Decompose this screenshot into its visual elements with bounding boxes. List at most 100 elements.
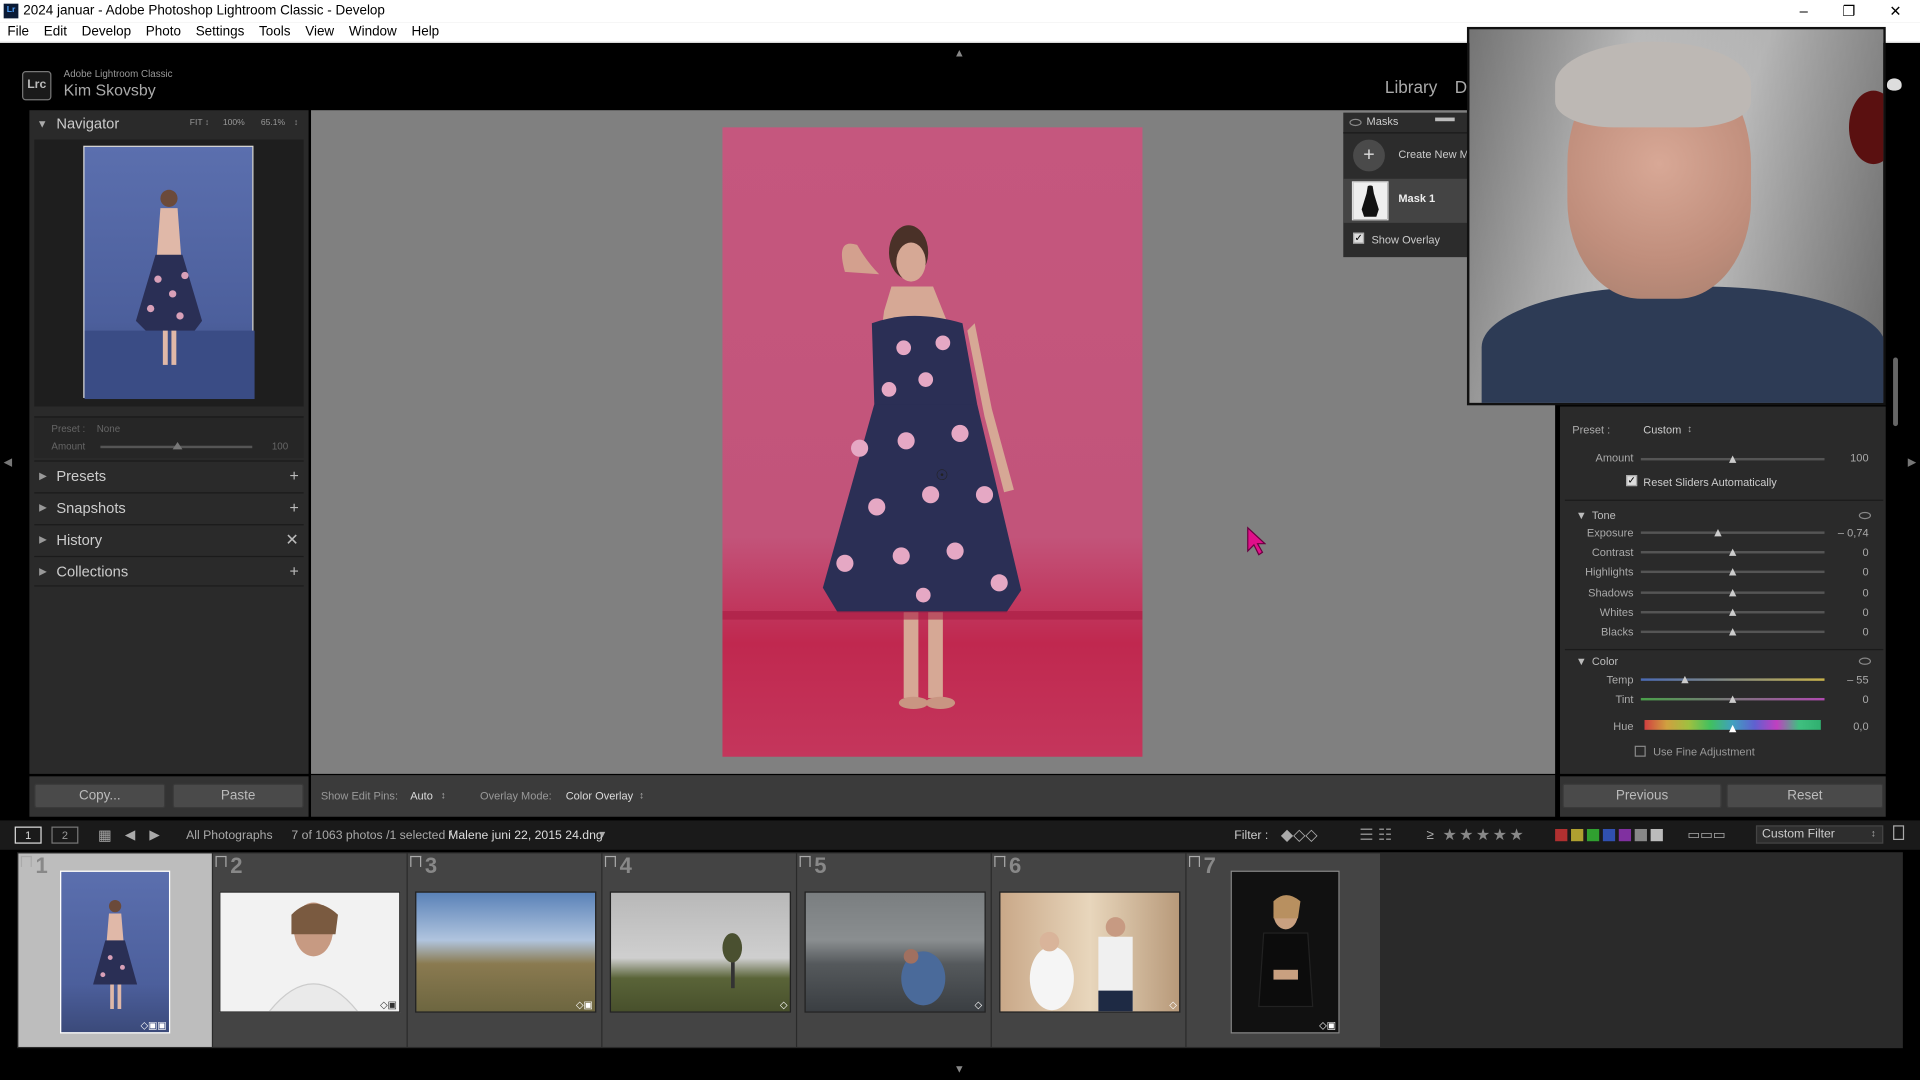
color-label-filter[interactable]	[1555, 828, 1663, 842]
filter-lock-icon[interactable]	[1893, 825, 1905, 841]
shadows-slider-knob[interactable]	[1728, 588, 1737, 597]
add-preset-icon[interactable]: +	[289, 467, 298, 485]
star-rating-filter[interactable]: ★★★★★	[1442, 825, 1526, 845]
show-overlay-label[interactable]: Show Overlay	[1371, 234, 1440, 246]
whites-value[interactable]: 0	[1832, 606, 1868, 618]
filmstrip-cell[interactable]: 5 ◇	[797, 853, 991, 1047]
reset-button[interactable]: Reset	[1726, 783, 1884, 809]
left-amount-slider-knob[interactable]	[172, 442, 183, 450]
amount-slider-knob[interactable]	[1728, 455, 1737, 463]
filmstrip-cell[interactable]: 6 ◇	[991, 853, 1186, 1047]
eye-icon[interactable]	[1858, 511, 1872, 520]
menu-window[interactable]: Window	[342, 22, 405, 43]
flag-icon[interactable]	[604, 855, 616, 867]
filmstrip-cell[interactable]: 2 ◇▣	[213, 853, 407, 1047]
left-panel-toggle-icon[interactable]: ◀	[4, 456, 12, 469]
highlights-slider-knob[interactable]	[1728, 568, 1737, 576]
dropdown-arrows-icon[interactable]: ↕	[1871, 828, 1876, 839]
show-edit-pins-dropdown[interactable]: Auto	[410, 790, 433, 802]
tint-slider-knob[interactable]	[1728, 695, 1737, 703]
thumbnail-woman-floral-dress[interactable]: ◇▣▣	[60, 870, 171, 1034]
thumbnail-woman-black-dress[interactable]: ◇▣	[1230, 870, 1340, 1034]
flag-filter-icons[interactable]: ◆◇◇	[1281, 825, 1318, 845]
collapse-triangle-icon[interactable]: ▼	[37, 118, 48, 130]
section-collections[interactable]: ▶ Collections +	[34, 555, 304, 587]
create-new-mask-plus-icon[interactable]: +	[1353, 139, 1385, 172]
add-collection-icon[interactable]: +	[289, 562, 298, 580]
kind-filter-icons[interactable]: ▭▭▭	[1687, 827, 1725, 843]
exposure-slider-knob[interactable]	[1714, 528, 1722, 537]
flag-icon[interactable]	[799, 855, 811, 867]
navigator-thumbnail[interactable]	[83, 145, 255, 400]
collapse-top-panel-icon[interactable]: ▲	[954, 47, 965, 59]
highlights-value[interactable]: 0	[1832, 566, 1868, 578]
add-snapshot-icon[interactable]: +	[289, 498, 298, 516]
module-develop[interactable]: D	[1455, 77, 1467, 97]
whites-slider-knob[interactable]	[1728, 608, 1737, 616]
filmstrip-cell[interactable]: 1 ◇▣▣	[18, 853, 212, 1047]
flag-icon[interactable]	[215, 855, 227, 867]
right-preset-dropdown[interactable]: Custom	[1643, 424, 1681, 436]
menu-photo[interactable]: Photo	[138, 22, 188, 43]
gray-label-swatch[interactable]	[1634, 828, 1647, 842]
filename-dropdown-icon[interactable]: ▼	[598, 829, 608, 840]
second-window-button[interactable]: 2	[51, 826, 79, 844]
contrast-value[interactable]: 0	[1832, 546, 1868, 558]
dropdown-arrows-icon[interactable]: ↕	[441, 790, 446, 801]
flag-icon[interactable]	[410, 855, 422, 867]
red-label-swatch[interactable]	[1555, 828, 1568, 842]
contrast-slider-knob[interactable]	[1728, 548, 1737, 556]
right-panel-scrollbar[interactable]	[1893, 357, 1898, 427]
current-filename[interactable]: Malene juni 22, 2015 24.dng	[448, 829, 603, 842]
collapse-bottom-panel-icon[interactable]: ▼	[954, 1063, 965, 1075]
thumbnail-wedding-couple[interactable]: ◇	[999, 891, 1181, 1013]
module-library[interactable]: Library	[1385, 77, 1437, 97]
mask-pin-icon[interactable]: ☉	[936, 467, 949, 484]
show-overlay-checkbox[interactable]: ✓	[1353, 232, 1365, 244]
right-panel-toggle-icon[interactable]: ▶	[1908, 456, 1916, 469]
dropdown-arrows-icon[interactable]: ↕	[639, 790, 644, 801]
filmstrip-cell[interactable]: 7 ◇▣	[1186, 853, 1381, 1047]
thumbnail-lone-tree[interactable]: ◇	[609, 891, 792, 1013]
eye-icon[interactable]	[1349, 118, 1362, 127]
temp-value[interactable]: – 55	[1832, 673, 1868, 685]
custom-filter-dropdown[interactable]: Custom Filter	[1755, 825, 1884, 844]
rating-operator[interactable]: ≥	[1427, 828, 1434, 843]
flag-icon[interactable]	[994, 855, 1006, 867]
collapse-triangle-icon[interactable]: ▼	[1576, 509, 1587, 521]
menu-settings[interactable]: Settings	[188, 22, 251, 43]
masks-collapse-icon[interactable]	[1435, 117, 1455, 122]
main-window-button[interactable]: 1	[14, 826, 42, 844]
shadows-value[interactable]: 0	[1832, 587, 1868, 599]
fine-adjustment-checkbox[interactable]	[1634, 745, 1646, 757]
section-snapshots[interactable]: ▶ Snapshots +	[34, 492, 304, 523]
menu-help[interactable]: Help	[404, 22, 446, 43]
paste-button[interactable]: Paste	[172, 783, 304, 809]
navigator-fit[interactable]: FIT ↕	[190, 119, 209, 128]
fine-adjustment-label[interactable]: Use Fine Adjustment	[1653, 746, 1755, 758]
create-new-mask-label[interactable]: Create New M	[1398, 148, 1468, 160]
hue-value[interactable]: 0,0	[1832, 720, 1868, 732]
cloud-sync-icon[interactable]	[1886, 78, 1902, 91]
minimize-button[interactable]: –	[1782, 0, 1826, 22]
close-window-button[interactable]: ✕	[1873, 0, 1917, 22]
main-photo-with-mask-overlay[interactable]	[722, 127, 1143, 757]
menu-file[interactable]: File	[0, 22, 36, 43]
filmstrip-cell[interactable]: 3 ◇▣	[407, 853, 602, 1047]
right-amount-value[interactable]: 100	[1832, 452, 1868, 464]
navigator-zoom-menu-icon[interactable]: ↕	[294, 119, 298, 128]
eye-icon[interactable]	[1858, 657, 1872, 665]
navigator-zoom-custom[interactable]: 65.1%	[261, 119, 285, 128]
thumbnail-photographers-shooting[interactable]: ◇	[804, 891, 986, 1013]
reset-sliders-checkbox[interactable]: ✓	[1626, 475, 1638, 487]
thumbnail-woman-portrait-white[interactable]: ◇▣	[219, 891, 401, 1013]
collapse-triangle-icon[interactable]: ▼	[1576, 655, 1587, 667]
copy-button[interactable]: Copy...	[34, 783, 166, 809]
back-arrow-icon[interactable]: ◀	[125, 827, 135, 843]
exposure-value[interactable]: – 0,74	[1832, 527, 1869, 539]
temp-slider-track[interactable]	[1640, 678, 1825, 681]
menu-view[interactable]: View	[298, 22, 342, 43]
thumbnail-landscape-sky[interactable]: ◇▣	[415, 891, 597, 1013]
white-label-swatch[interactable]	[1650, 828, 1663, 842]
clear-history-icon[interactable]: ✕	[285, 530, 298, 550]
